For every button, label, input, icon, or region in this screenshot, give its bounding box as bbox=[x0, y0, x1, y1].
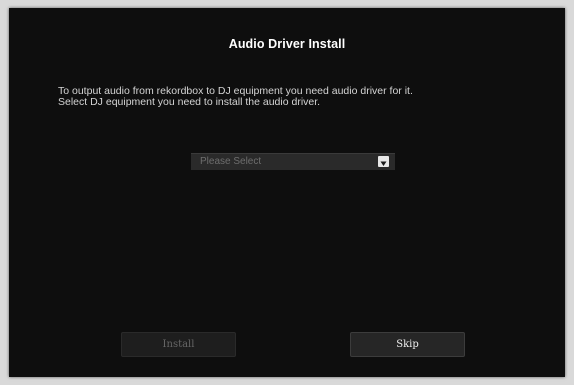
skip-button[interactable]: Skip bbox=[350, 332, 465, 357]
dialog-description: To output audio from rekordbox to DJ equ… bbox=[58, 86, 413, 108]
audio-driver-install-dialog: Audio Driver Install To output audio fro… bbox=[9, 8, 565, 377]
dialog-title: Audio Driver Install bbox=[228, 37, 346, 51]
install-button[interactable]: Install bbox=[121, 332, 236, 357]
triangle-down-icon-shape bbox=[380, 161, 387, 166]
dj-equipment-select[interactable]: Please Select bbox=[191, 153, 395, 170]
triangle-down-icon[interactable] bbox=[378, 156, 389, 167]
dj-equipment-select-value: Please Select bbox=[200, 156, 262, 167]
description-line-2: Select DJ equipment you need to install … bbox=[58, 96, 321, 108]
